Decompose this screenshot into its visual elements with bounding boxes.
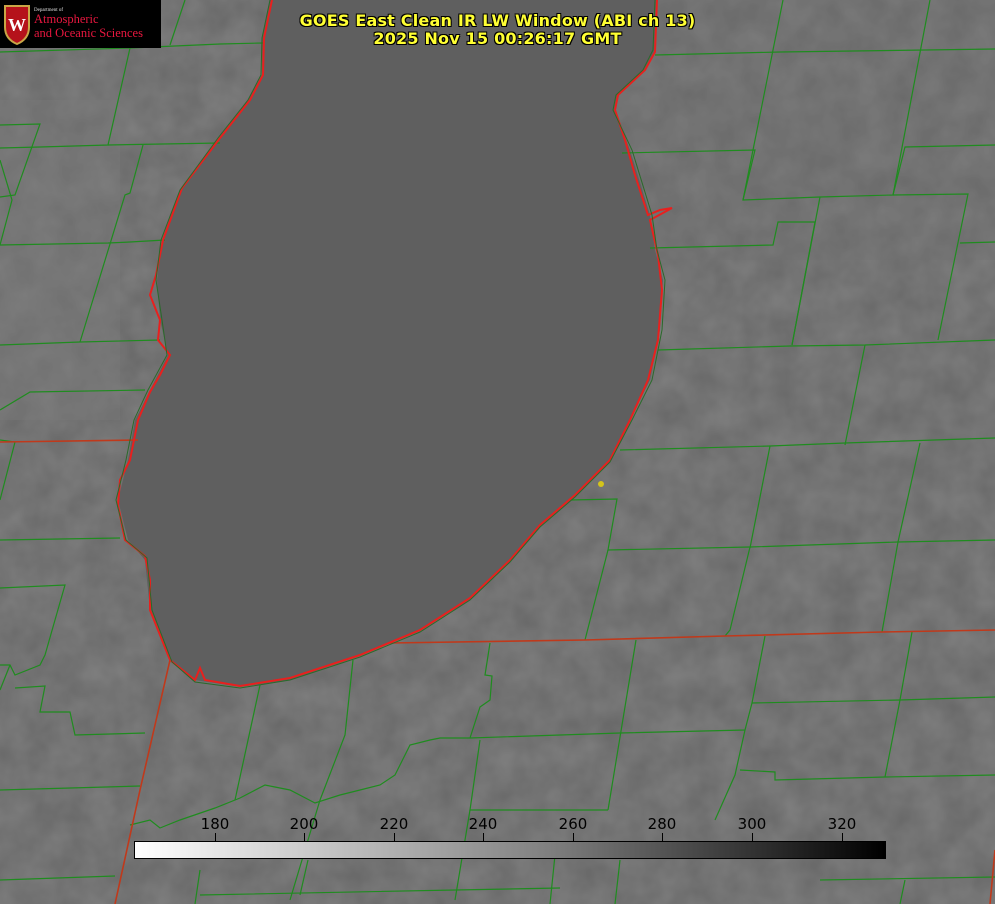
satellite-map [0, 0, 995, 904]
colorbar-tick-label: 320 [827, 815, 857, 833]
colorbar-tick [394, 833, 395, 841]
map-title: GOES East Clean IR LW Window (ABI ch 13) [299, 11, 696, 30]
colorbar-tick-label: 180 [200, 815, 230, 833]
temperature-colorbar [134, 841, 886, 859]
colorbar-tick [842, 833, 843, 841]
colorbar-tick [483, 833, 484, 841]
map-timestamp: 2025 Nov 15 00:26:17 GMT [373, 29, 622, 48]
colorbar-tick-label: 240 [468, 815, 498, 833]
colorbar-tick [662, 833, 663, 841]
colorbar-tick [573, 833, 574, 841]
colorbar-tick [304, 833, 305, 841]
colorbar-tick [752, 833, 753, 841]
colorbar-tick-label: 220 [379, 815, 409, 833]
location-marker [598, 481, 604, 487]
colorbar-tick-label: 260 [558, 815, 588, 833]
colorbar-tick-label: 300 [737, 815, 767, 833]
colorbar-tick [215, 833, 216, 841]
colorbar-tick-label: 200 [289, 815, 319, 833]
colorbar-tick-label: 280 [647, 815, 677, 833]
